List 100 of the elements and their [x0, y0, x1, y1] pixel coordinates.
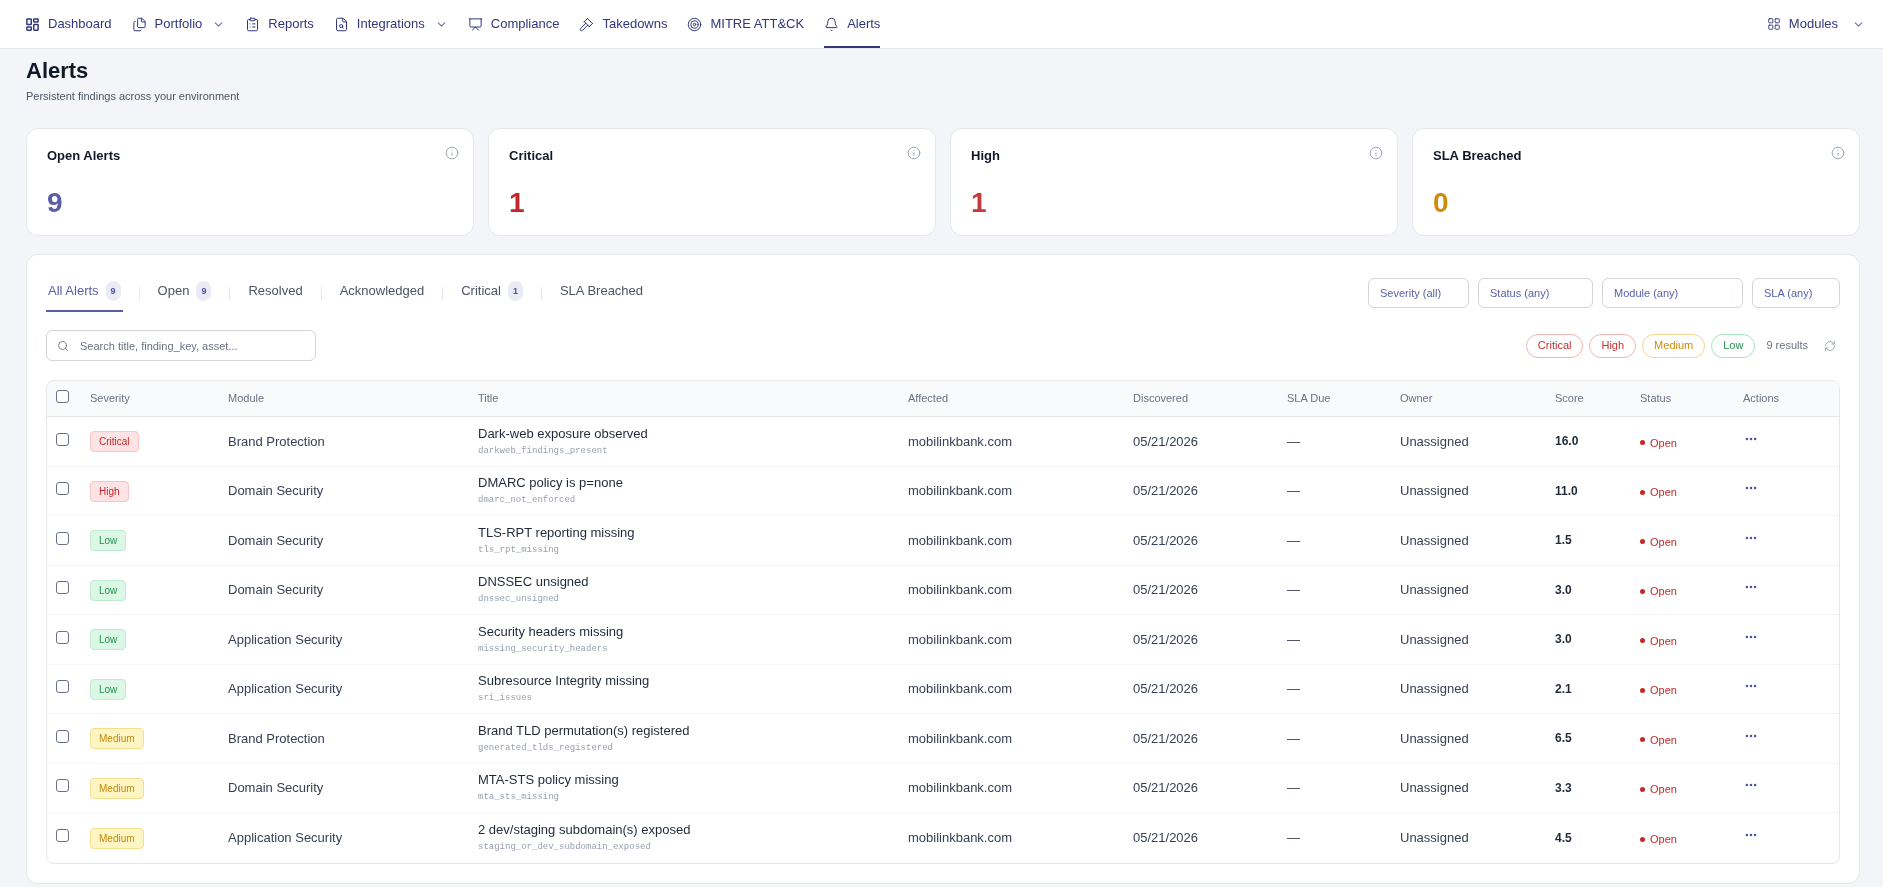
discovered-date: 05/21/2026 [1133, 630, 1199, 649]
status-label: Open [1650, 633, 1677, 649]
severity-badge: Medium [90, 827, 144, 849]
modules-menu-button[interactable]: Modules [1766, 0, 1865, 48]
affected-asset: mobilinkbank.com [908, 729, 1013, 748]
alert-title: MTA-STS policy missing [478, 771, 619, 789]
row-checkbox[interactable] [56, 729, 69, 743]
row-checkbox[interactable] [56, 779, 69, 793]
filter-dropdown[interactable]: Status (any) [1478, 278, 1593, 308]
discovered-date: 05/21/2026 [1133, 680, 1199, 698]
severity-filter-chip[interactable]: Low [1711, 333, 1756, 358]
column-header: Title [478, 391, 499, 407]
column-header: Severity [90, 391, 130, 407]
sla-due: — [1287, 531, 1300, 550]
alert-title: Brand TLD permutation(s) registered [478, 721, 690, 739]
filter-dropdown[interactable]: Module (any) [1602, 278, 1743, 308]
row-checkbox[interactable] [56, 531, 69, 545]
row-checkbox[interactable] [56, 829, 69, 843]
nav-link[interactable]: Reports [245, 0, 314, 48]
sla-due: — [1287, 432, 1300, 451]
discovered-date: 05/21/2026 [1133, 779, 1199, 797]
filter-dropdown[interactable]: Severity (all) [1368, 278, 1469, 308]
stat-value: 1 [971, 186, 987, 220]
stat-label: High [971, 147, 1000, 165]
tab[interactable]: Resolved [246, 274, 305, 312]
status-label: Open [1650, 732, 1677, 748]
affected-asset: mobilinkbank.com [908, 680, 1013, 698]
sla-due: — [1287, 829, 1300, 847]
document-search-icon [333, 16, 349, 32]
tab-count: 9 [105, 281, 121, 301]
discovered-date: 05/21/2026 [1133, 482, 1199, 500]
owner-name: Unassigned [1400, 630, 1469, 649]
nav-link[interactable]: MITRE ATT&CK [687, 0, 805, 48]
status-label: Open [1650, 534, 1677, 550]
finding-key: missing_security_headers [478, 642, 608, 656]
severity-filter-chip[interactable]: Critical [1525, 333, 1584, 358]
discovered-date: 05/21/2026 [1133, 829, 1199, 847]
stat-value: 9 [47, 186, 63, 220]
alert-title: DNSSEC unsigned [478, 573, 589, 591]
score: 3.3 [1555, 779, 1572, 797]
sla-due: — [1287, 482, 1300, 500]
tab[interactable]: Open 9 [155, 274, 214, 312]
score: 2.1 [1555, 680, 1572, 698]
search-field[interactable]: Search title, finding_key, asset... [46, 330, 316, 361]
filter-dropdown[interactable]: SLA (any) [1752, 278, 1840, 308]
status-label: Open [1650, 584, 1677, 599]
discovered-date: 05/21/2026 [1133, 531, 1199, 550]
discovered-date: 05/21/2026 [1133, 729, 1199, 748]
row-checkbox[interactable] [56, 432, 69, 446]
page-subtitle: Persistent findings across your environment [26, 89, 241, 104]
nav-link[interactable]: Integrations [333, 0, 448, 48]
status-label: Open [1650, 683, 1677, 698]
tab[interactable]: SLA Breached [557, 274, 646, 312]
clipboard-icon [245, 16, 261, 32]
finding-key: tls_rpt_missing [478, 543, 559, 557]
row-checkbox[interactable] [56, 581, 69, 595]
column-header: SLA Due [1287, 391, 1331, 407]
affected-asset: mobilinkbank.com [908, 630, 1013, 649]
documents-icon [131, 16, 147, 32]
tab[interactable]: Critical 1 [459, 274, 525, 312]
row-checkbox[interactable] [56, 482, 69, 496]
score: 1.5 [1555, 532, 1572, 550]
column-header: Status [1640, 391, 1672, 407]
grid-icon [1766, 17, 1781, 31]
row-checkbox[interactable] [56, 680, 69, 694]
nav-link[interactable]: Takedowns [579, 0, 668, 48]
stat-label: Open Alerts [47, 147, 121, 165]
tab[interactable]: All Alerts 9 [46, 274, 123, 312]
finding-key: darkweb_findings_present [478, 444, 608, 458]
finding-key: dnssec_unsigned [478, 593, 559, 607]
stat-value: 1 [509, 186, 525, 220]
tab[interactable]: Acknowledged [337, 274, 427, 312]
sla-due: — [1287, 729, 1300, 748]
module-name: Domain Security [228, 779, 324, 797]
finding-key: staging_or_dev_subdomain_exposed [478, 841, 651, 855]
module-name: Application Security [228, 630, 343, 649]
column-header: Actions [1743, 391, 1780, 407]
owner-name: Unassigned [1400, 581, 1469, 599]
select-all-checkbox[interactable] [56, 390, 69, 403]
search-icon [57, 339, 69, 352]
severity-badge: Critical [90, 431, 139, 453]
score: 3.0 [1555, 631, 1572, 649]
column-header: Module [228, 391, 265, 407]
severity-badge: Low [90, 579, 127, 601]
score: 4.5 [1555, 829, 1572, 847]
severity-badge: Low [90, 629, 127, 651]
affected-asset: mobilinkbank.com [908, 581, 1013, 599]
nav-link[interactable]: Compliance [467, 0, 560, 48]
nav-link[interactable]: Portfolio [131, 0, 226, 48]
owner-name: Unassigned [1400, 482, 1469, 500]
severity-filter-chip[interactable]: High [1589, 333, 1637, 358]
finding-key: generated_tlds_registered [478, 741, 614, 755]
row-checkbox[interactable] [56, 630, 69, 644]
nav-link[interactable]: Alerts [824, 0, 881, 48]
nav-link[interactable]: Dashboard [25, 0, 112, 48]
alert-title: Security headers missing [478, 622, 624, 640]
module-name: Domain Security [228, 482, 324, 500]
sla-due: — [1287, 630, 1300, 649]
stat-value: 0 [1433, 186, 1449, 220]
affected-asset: mobilinkbank.com [908, 432, 1013, 451]
